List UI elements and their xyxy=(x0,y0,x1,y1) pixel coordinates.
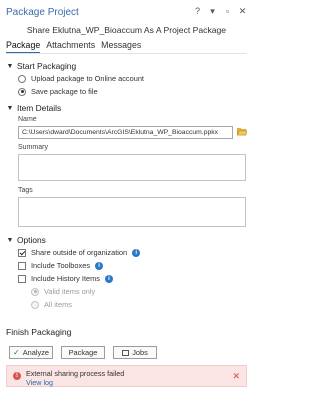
finish-packaging-title: Finish Packaging xyxy=(6,327,72,337)
checkbox-label: Include Toolboxes xyxy=(31,261,91,270)
options-header[interactable]: ▼ Options xyxy=(6,235,46,245)
close-icon[interactable]: ✕ xyxy=(232,371,240,381)
jobs-icon xyxy=(122,349,130,356)
checkbox[interactable] xyxy=(18,274,26,283)
tab-package[interactable]: Package xyxy=(6,40,41,54)
item-details-title: Item Details xyxy=(17,103,62,113)
close-icon[interactable]: ✕ xyxy=(238,6,247,16)
checkbox[interactable] xyxy=(18,261,26,270)
include-history-checkbox[interactable]: Include History Items i xyxy=(18,274,114,283)
window-controls: ? ▾ ▫ ✕ xyxy=(193,6,247,16)
tab-divider xyxy=(6,53,247,54)
jobs-button[interactable]: Jobs xyxy=(113,346,157,359)
info-icon[interactable]: i xyxy=(105,274,114,283)
radio-label: Upload package to Online account xyxy=(31,74,144,83)
options-menu-icon[interactable]: ▾ xyxy=(208,6,217,16)
options-title: Options xyxy=(17,235,46,245)
tab-attachments[interactable]: Attachments xyxy=(46,40,95,54)
radio-label: Valid items only xyxy=(44,287,96,296)
dock-icon[interactable]: ▫ xyxy=(223,6,232,16)
share-outside-checkbox[interactable]: Share outside of organization i xyxy=(18,248,141,257)
radio-button[interactable] xyxy=(18,74,26,83)
checkbox-checked[interactable] xyxy=(18,248,26,257)
name-label: Name xyxy=(18,116,37,123)
info-icon[interactable]: i xyxy=(132,248,141,257)
radio-button-selected[interactable] xyxy=(18,87,26,96)
radio-button-selected[interactable] xyxy=(31,287,39,296)
error-message-bar: ! External sharing process failed View l… xyxy=(6,365,247,387)
include-toolboxes-checkbox[interactable]: Include Toolboxes i xyxy=(18,261,104,270)
analyze-button[interactable]: ✓ Analyze xyxy=(9,346,53,359)
summary-field[interactable] xyxy=(18,154,246,181)
radio-valid-items-only[interactable]: Valid items only xyxy=(31,287,95,296)
checkbox-label: Include History Items xyxy=(31,274,101,283)
tab-messages[interactable]: Messages xyxy=(101,40,141,54)
radio-all-items[interactable]: All items xyxy=(31,300,72,309)
name-field[interactable]: C:\Users\dward\Documents\ArcGIS\Eklutna_… xyxy=(18,126,233,139)
item-details-header[interactable]: ▼ Item Details xyxy=(6,103,62,113)
page-subtitle: Share Eklutna_WP_Bioaccum As A Project P… xyxy=(26,25,227,35)
error-icon: ! xyxy=(13,372,21,380)
package-label: Package xyxy=(68,348,98,357)
radio-upload-online[interactable]: Upload package to Online account xyxy=(18,74,144,83)
radio-button[interactable] xyxy=(31,300,39,309)
window-title: Package Project xyxy=(6,7,79,18)
jobs-label: Jobs xyxy=(132,348,148,357)
checkmark-icon: ✓ xyxy=(13,347,20,357)
start-packaging-header[interactable]: ▼ Start Packaging xyxy=(6,61,77,71)
chevron-down-icon: ▼ xyxy=(6,104,14,112)
chevron-down-icon: ▼ xyxy=(6,236,14,244)
start-packaging-title: Start Packaging xyxy=(17,61,77,71)
view-log-link[interactable]: View log xyxy=(26,378,53,387)
tab-bar: Package Attachments Messages xyxy=(6,40,141,54)
radio-save-to-file[interactable]: Save package to file xyxy=(18,87,98,96)
info-icon[interactable]: i xyxy=(95,261,104,270)
radio-label: Save package to file xyxy=(31,87,98,96)
summary-label: Summary xyxy=(18,144,48,151)
package-button[interactable]: Package xyxy=(61,346,105,359)
error-message: External sharing process failed xyxy=(26,369,125,378)
tags-label: Tags xyxy=(18,187,33,194)
tags-field[interactable] xyxy=(18,197,246,227)
analyze-label: Analyze xyxy=(22,348,49,357)
checkbox-label: Share outside of organization xyxy=(31,248,128,257)
browse-folder-icon[interactable] xyxy=(236,127,248,138)
radio-label: All items xyxy=(44,300,72,309)
chevron-down-icon: ▼ xyxy=(6,62,14,70)
help-icon[interactable]: ? xyxy=(193,6,202,16)
